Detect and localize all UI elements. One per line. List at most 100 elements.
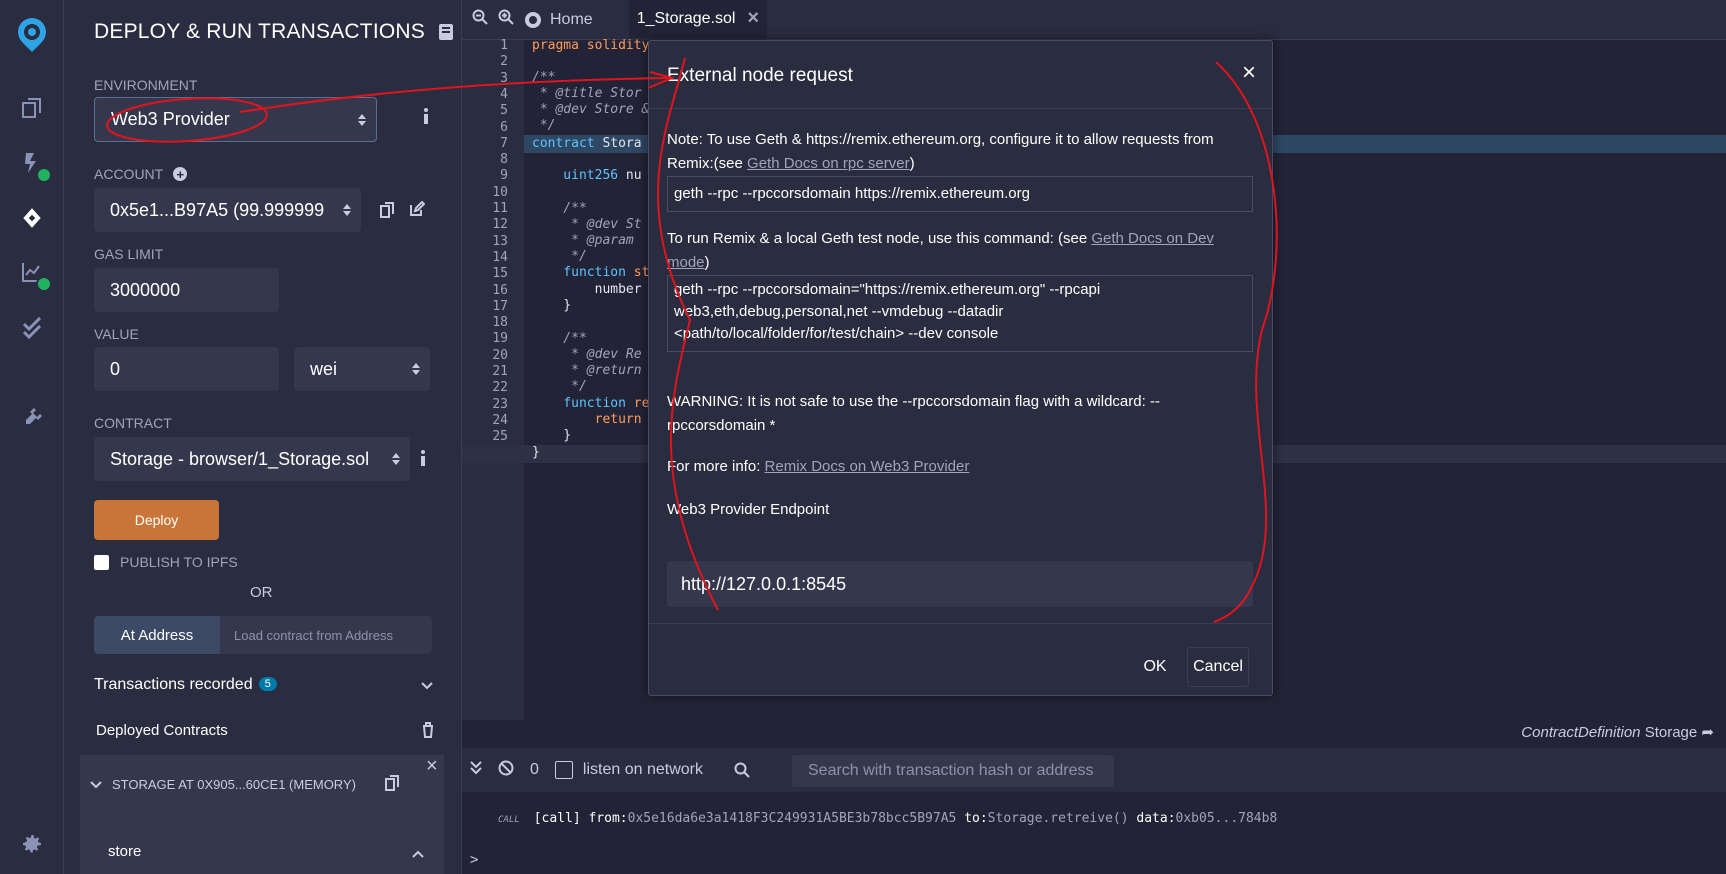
listen-network-checkbox[interactable] <box>554 761 573 779</box>
code-line-6: */ <box>532 118 556 133</box>
copy-instance-icon[interactable] <box>385 775 399 796</box>
endpoint-label: Web3 Provider Endpoint <box>667 501 830 518</box>
publish-ipfs-checkbox[interactable] <box>94 555 109 570</box>
log-from-value: 0x5e16da6e3a1418F3C249931A5BE3b78bcc5B97… <box>627 811 957 826</box>
remix-web3-docs-link[interactable]: Remix Docs on Web3 Provider <box>765 458 970 475</box>
line-number: 22 <box>492 380 508 396</box>
code-token: st <box>625 265 650 280</box>
transactions-recorded-header[interactable]: Transactions recorded 5 <box>94 676 277 694</box>
deploy-run-icon[interactable] <box>14 200 50 236</box>
close-tab-icon[interactable]: × <box>747 7 759 30</box>
compiler-icon[interactable] <box>14 145 52 183</box>
geth-dev-command[interactable]: geth --rpc --rpccorsdomain="https://remi… <box>667 275 1253 352</box>
log-data-value: 0xb05...784b8 <box>1175 811 1278 826</box>
listen-network-label: listen on network <box>582 761 703 778</box>
account-label-text: ACCOUNT <box>94 166 164 182</box>
command-line: <path/to/local/folder/for/test/chain> --… <box>674 325 999 342</box>
log-call: [call] <box>533 811 581 826</box>
analysis-icon[interactable] <box>14 254 52 292</box>
share-arrow-icon[interactable]: ➦ <box>1701 724 1714 741</box>
clear-console-icon[interactable] <box>498 760 514 781</box>
log-to-value: Storage.retreive() <box>987 811 1129 826</box>
pending-tx-count: 0 <box>530 761 539 778</box>
modal-close-icon[interactable]: × <box>1242 59 1256 87</box>
chevron-down-icon[interactable] <box>421 678 433 696</box>
geth-rpc-command[interactable]: geth --rpc --rpccorsdomain https://remix… <box>667 176 1253 212</box>
edit-account-icon[interactable] <box>409 200 426 222</box>
line-number: 4 <box>500 86 508 102</box>
analysis-check-icon <box>36 276 52 292</box>
deploy-button[interactable]: Deploy <box>94 500 219 540</box>
line-number: 1 <box>500 38 508 53</box>
docs-book-icon[interactable] <box>438 24 453 40</box>
remix-logo-icon[interactable] <box>12 14 52 54</box>
code-token: return <box>532 412 642 427</box>
icon-rail <box>0 0 64 874</box>
value-unit-select[interactable]: wei <box>294 347 430 391</box>
chevron-up-icon[interactable] <box>412 846 424 864</box>
modal-more-info: For more info: Remix Docs on Web3 Provid… <box>667 455 1257 479</box>
cancel-button[interactable]: Cancel <box>1187 647 1249 687</box>
account-select[interactable]: 0x5e1...B97A5 (99.999999 <box>94 188 361 232</box>
tab-home[interactable]: Home <box>524 11 593 29</box>
line-number: 12 <box>492 217 508 233</box>
tab-storage-sol[interactable]: 1_Storage.sol × <box>628 0 768 40</box>
gas-limit-input[interactable]: 3000000 <box>94 268 279 312</box>
modal-warning: WARNING: It is not safe to use the --rpc… <box>667 393 1160 434</box>
code-line-11: /** <box>532 201 587 216</box>
line-number: 9 <box>500 168 508 184</box>
line-number: 8 <box>500 152 508 168</box>
instance-chevron-icon[interactable] <box>90 777 102 795</box>
code-line-24: return <box>532 412 642 427</box>
line-number: 15 <box>492 266 508 282</box>
copy-account-icon[interactable] <box>380 202 394 223</box>
modal-note: Note: To use Geth & https://remix.ethere… <box>667 128 1257 176</box>
plugin-manager-icon[interactable] <box>14 400 50 436</box>
line-number: 21 <box>492 364 508 379</box>
line-number: 10 <box>492 184 508 200</box>
status-contract-definition: ContractDefinition Storage ➦ <box>1521 723 1714 741</box>
environment-info-icon[interactable] <box>423 108 429 129</box>
web3-endpoint-input[interactable]: http://127.0.0.1:8545 <box>667 561 1253 607</box>
testing-icon[interactable] <box>14 310 50 346</box>
ok-button[interactable]: OK <box>1133 647 1177 687</box>
line-number: 2 <box>500 54 508 70</box>
contract-select[interactable]: Storage - browser/1_Storage.sol <box>94 437 410 481</box>
command-line: geth --rpc --rpccorsdomain="https://remi… <box>674 281 1101 298</box>
status-def-name: Storage <box>1644 724 1698 741</box>
code-token: function <box>532 396 626 411</box>
close-instance-icon[interactable]: × <box>426 755 438 778</box>
or-separator: OR <box>250 584 273 601</box>
settings-gear-icon[interactable] <box>14 826 50 862</box>
modal-run-note: To run Remix & a local Geth test node, u… <box>667 227 1257 275</box>
at-address-button[interactable]: At Address <box>94 616 220 654</box>
code-token: nu <box>618 168 642 183</box>
environment-select[interactable]: Web3 Provider <box>94 97 377 142</box>
value-input[interactable]: 0 <box>94 347 279 391</box>
more-text: For more info: <box>667 458 761 475</box>
add-account-icon[interactable]: + <box>173 167 188 182</box>
terminal-prompt[interactable]: > <box>470 852 478 868</box>
log-data-key: data: <box>1136 811 1176 826</box>
select-arrows-icon <box>358 113 366 126</box>
terminal-search-input[interactable]: Search with transaction hash or address <box>792 755 1114 787</box>
file-explorer-icon[interactable] <box>14 90 50 126</box>
transactions-count-badge: 5 <box>258 677 277 691</box>
contract-info-icon[interactable] <box>420 450 426 471</box>
code-line-15: function st <box>532 265 649 280</box>
collapse-terminal-icon[interactable] <box>470 760 482 780</box>
zoom-out-icon[interactable] <box>472 9 488 30</box>
code-line-23: function re <box>532 396 649 411</box>
geth-rpc-docs-link[interactable]: Geth Docs on rpc server <box>747 155 910 172</box>
load-contract-input[interactable]: Load contract from Address <box>220 616 432 654</box>
account-label: ACCOUNT + <box>94 166 188 182</box>
contract-value: Storage - browser/1_Storage.sol <box>110 448 370 469</box>
line-number: 25 <box>492 429 508 445</box>
search-icon <box>734 762 750 783</box>
code-line-21: * @return <box>532 363 642 378</box>
trash-icon[interactable] <box>422 722 434 743</box>
line-number: 16 <box>492 282 508 298</box>
panel-title: DEPLOY & RUN TRANSACTIONS <box>94 20 453 44</box>
terminal-toolbar: 0 listen on network Search with transact… <box>462 748 1726 792</box>
zoom-in-icon[interactable] <box>498 9 514 30</box>
